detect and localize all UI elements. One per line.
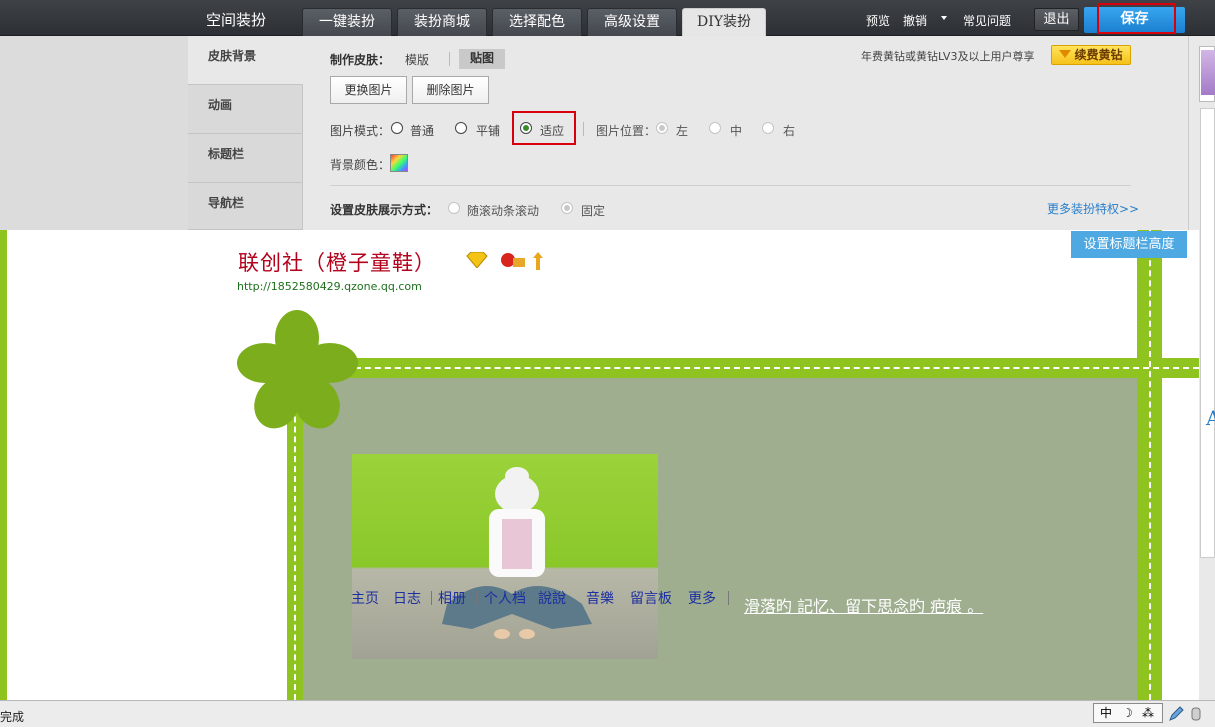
image-position-right-label[interactable]: 右: [783, 122, 795, 139]
image-position-left-label[interactable]: 左: [676, 122, 688, 139]
clover-flower-icon: [237, 310, 358, 429]
image-position-left-radio[interactable]: [656, 122, 668, 134]
panel-left-blank: [0, 36, 188, 230]
image-mode-label: 图片模式：: [330, 124, 391, 138]
app-title: 空间装扮: [206, 11, 267, 29]
settings-panel: 皮肤背景 动画 标题栏 导航栏 制作皮肤： 模版 贴图 年费黄钻或黄钻LV3及以…: [0, 36, 1188, 230]
sidebar-item-animation[interactable]: 动画: [188, 85, 303, 134]
yellow-diamond-icon: [1059, 50, 1072, 58]
tab-dress-mall[interactable]: 装扮商城: [397, 8, 487, 36]
change-image-button[interactable]: 更换图片: [330, 76, 407, 104]
ime-mode-label[interactable]: 中: [1100, 706, 1112, 720]
faq-link[interactable]: 常见问题: [963, 12, 1011, 29]
display-fixed-label[interactable]: 固定: [581, 202, 605, 219]
top-toolbar: 空间装扮 一键装扮 装扮商城 选择配色 高级设置 DIY装扮 预览 撤销 常见问…: [0, 0, 1215, 36]
sidebar-item-title-bar[interactable]: 标题栏: [188, 134, 303, 183]
level-up-icon[interactable]: [533, 252, 543, 270]
nav-item-more[interactable]: 更多: [688, 588, 716, 608]
display-mode-label: 设置皮肤展示方式：: [330, 203, 439, 217]
side-letter-glyph: A: [1206, 406, 1215, 430]
sidebar-item-skin-background[interactable]: 皮肤背景: [188, 36, 303, 85]
browser-status-bar: 完成 中 ☽ ⁂: [0, 700, 1215, 727]
image-position-center-label[interactable]: 中: [730, 122, 742, 139]
sidebar-item-nav-bar[interactable]: 导航栏: [188, 183, 303, 230]
save-button[interactable]: 保存: [1084, 7, 1185, 33]
left-green-bar: [0, 230, 7, 700]
preview-link[interactable]: 预览: [866, 12, 890, 29]
image-position-right-radio[interactable]: [762, 122, 774, 134]
vip-notice: 年费黄钻或黄钻LV3及以上用户尊享: [861, 50, 1035, 63]
paste-option[interactable]: 贴图: [459, 49, 505, 69]
image-mode-normal-label[interactable]: 普通: [410, 122, 434, 139]
tab-diy-dress[interactable]: DIY装扮: [682, 8, 766, 36]
slogan-link[interactable]: 滑落旳 記忆、留下思念旳 疤痕 。: [744, 593, 983, 617]
nav-item-home[interactable]: 主页: [351, 588, 379, 608]
bg-color-picker[interactable]: [390, 154, 408, 172]
set-title-bar-height-button[interactable]: 设置标题栏高度: [1071, 231, 1187, 258]
yellow-diamond-badge-icon[interactable]: [465, 252, 489, 268]
delete-image-button[interactable]: 删除图片: [412, 76, 489, 104]
tab-color-scheme[interactable]: 选择配色: [492, 8, 582, 36]
image-mode-tile-label[interactable]: 平铺: [476, 122, 500, 139]
site-url[interactable]: http://1852580429.qzone.qq.com: [237, 280, 422, 293]
stitch-line: [1149, 230, 1151, 700]
nav-item-shuoshuo[interactable]: 說說: [538, 588, 566, 608]
renew-label: 续费黄钻: [1074, 48, 1123, 62]
stitch-line: [295, 367, 1199, 369]
image-mode-normal-radio[interactable]: [391, 122, 403, 134]
display-scroll-label[interactable]: 随滚动条滚动: [467, 202, 539, 219]
apple-badge-icon[interactable]: [499, 250, 527, 268]
exit-button[interactable]: 退出: [1034, 8, 1079, 31]
pen-icon[interactable]: [1168, 706, 1184, 722]
nav-item-guestbook[interactable]: 留言板: [630, 588, 672, 608]
image-mode-fit-radio[interactable]: [520, 122, 532, 134]
make-skin-label: 制作皮肤：: [330, 53, 391, 67]
skin-thumbnail-image: [1201, 50, 1215, 95]
display-fixed-radio[interactable]: [561, 202, 573, 214]
side-document-panel: [1200, 108, 1215, 558]
nav-item-blog[interactable]: 日志: [393, 588, 421, 608]
ime-toolbar[interactable]: 中 ☽ ⁂: [1093, 703, 1163, 723]
site-title: 联创社（橙子童鞋）: [238, 251, 436, 275]
display-scroll-radio[interactable]: [448, 202, 460, 214]
moon-icon[interactable]: ☽: [1122, 704, 1133, 722]
tab-one-click-dress[interactable]: 一键装扮: [302, 8, 392, 36]
tab-advanced-settings[interactable]: 高级设置: [587, 8, 677, 36]
punctuation-icon[interactable]: ⁂: [1142, 704, 1154, 722]
girl-sitting-illustration: [442, 467, 592, 639]
image-position-label: 图片位置：: [596, 124, 657, 138]
divider: [583, 122, 584, 136]
nav-item-music[interactable]: 音樂: [586, 588, 614, 608]
image-mode-tile-radio[interactable]: [455, 122, 467, 134]
divider-line: [330, 185, 1131, 186]
security-icon[interactable]: [1188, 706, 1204, 722]
nav-divider: [476, 591, 477, 605]
bg-color-label: 背景颜色：: [330, 158, 391, 172]
more-privileges-link[interactable]: 更多装扮特权>>: [1047, 200, 1139, 217]
nav-item-profile[interactable]: 个人档: [484, 588, 526, 608]
status-text: 完成: [0, 710, 25, 724]
divider: [449, 52, 450, 66]
template-option[interactable]: 模版: [405, 51, 429, 68]
skin-preview: 联创社（橙子童鞋） http://1852580429.qzone.qq.com…: [0, 230, 1199, 700]
renew-yellow-diamond-button[interactable]: 续费黄钻: [1051, 45, 1131, 65]
undo-link[interactable]: 撤销: [903, 12, 927, 29]
nav-item-album[interactable]: 相册: [438, 588, 466, 608]
banner-photo: [352, 454, 658, 659]
image-position-center-radio[interactable]: [709, 122, 721, 134]
image-mode-fit-label[interactable]: 适应: [540, 122, 564, 139]
nav-divider: [728, 591, 729, 605]
nav-divider: [431, 591, 432, 605]
undo-dropdown-caret-icon[interactable]: [941, 16, 947, 20]
